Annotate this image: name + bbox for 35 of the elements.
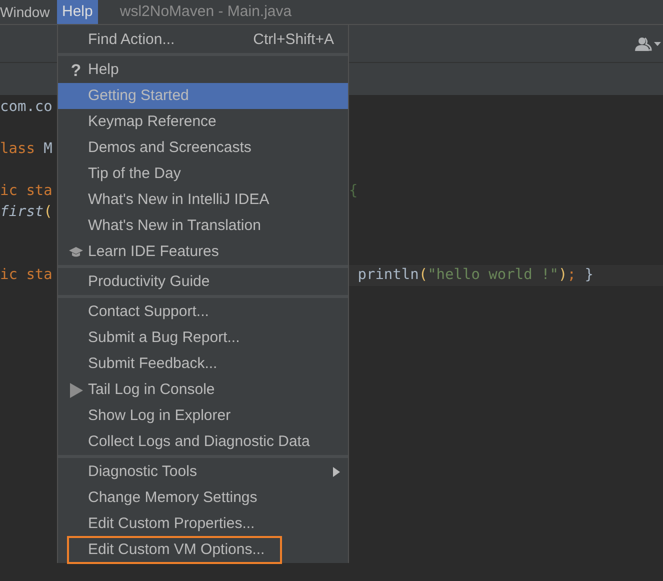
submenu-arrow-icon [333, 467, 340, 477]
menu-bar-item[interactable]: Window [0, 0, 57, 24]
code-text: first( [0, 204, 52, 220]
menu-item[interactable]: Keymap Reference [58, 109, 348, 135]
menu-item[interactable]: ? Help [58, 57, 348, 83]
code-text: ic sta [0, 182, 52, 199]
code-text: ic sta [0, 266, 52, 283]
menu-bar-item[interactable]: Help [57, 0, 98, 24]
code-text: lass M [0, 140, 52, 157]
code-text: { [349, 182, 358, 201]
menu-item[interactable]: Show Log in Explorer [58, 403, 348, 429]
code-text: println("hello world !"); } [356, 266, 594, 285]
menu-item[interactable]: Demos and Screencasts [58, 135, 348, 161]
user-dropdown-icon[interactable] [635, 36, 661, 50]
code-text: com.co [0, 98, 52, 115]
menu-item[interactable]: Edit Custom VM Options... [58, 537, 348, 563]
menu-item[interactable]: What's New in Translation [58, 213, 348, 239]
menu-item[interactable]: Tip of the Day [58, 161, 348, 187]
menu-item[interactable]: Submit a Bug Report... [58, 325, 348, 351]
menu-item[interactable]: Find Action... Ctrl+Shift+A [58, 27, 348, 53]
menu-item[interactable]: Learn IDE Features [58, 239, 348, 265]
menu-item[interactable]: Productivity Guide [58, 269, 348, 295]
menu-item[interactable]: Submit Feedback... [58, 351, 348, 377]
menu-item[interactable]: Collect Logs and Diagnostic Data [58, 429, 348, 455]
question-mark-icon: ? [70, 62, 82, 78]
menu-item[interactable]: Tail Log in Console [58, 377, 348, 403]
menu-item[interactable]: Change Memory Settings [58, 485, 348, 511]
menu-item[interactable]: Edit Custom Properties... [58, 511, 348, 537]
graduation-cap-icon [69, 246, 83, 258]
play-icon [70, 382, 82, 398]
window-title: wsl2NoMaven - Main.java [120, 2, 292, 22]
menu-item[interactable]: What's New in IntelliJ IDEA [58, 187, 348, 213]
shortcut-label: Ctrl+Shift+A [253, 30, 334, 50]
menu-item[interactable]: Diagnostic Tools [58, 459, 348, 485]
menu-item[interactable]: Contact Support... [58, 299, 348, 325]
